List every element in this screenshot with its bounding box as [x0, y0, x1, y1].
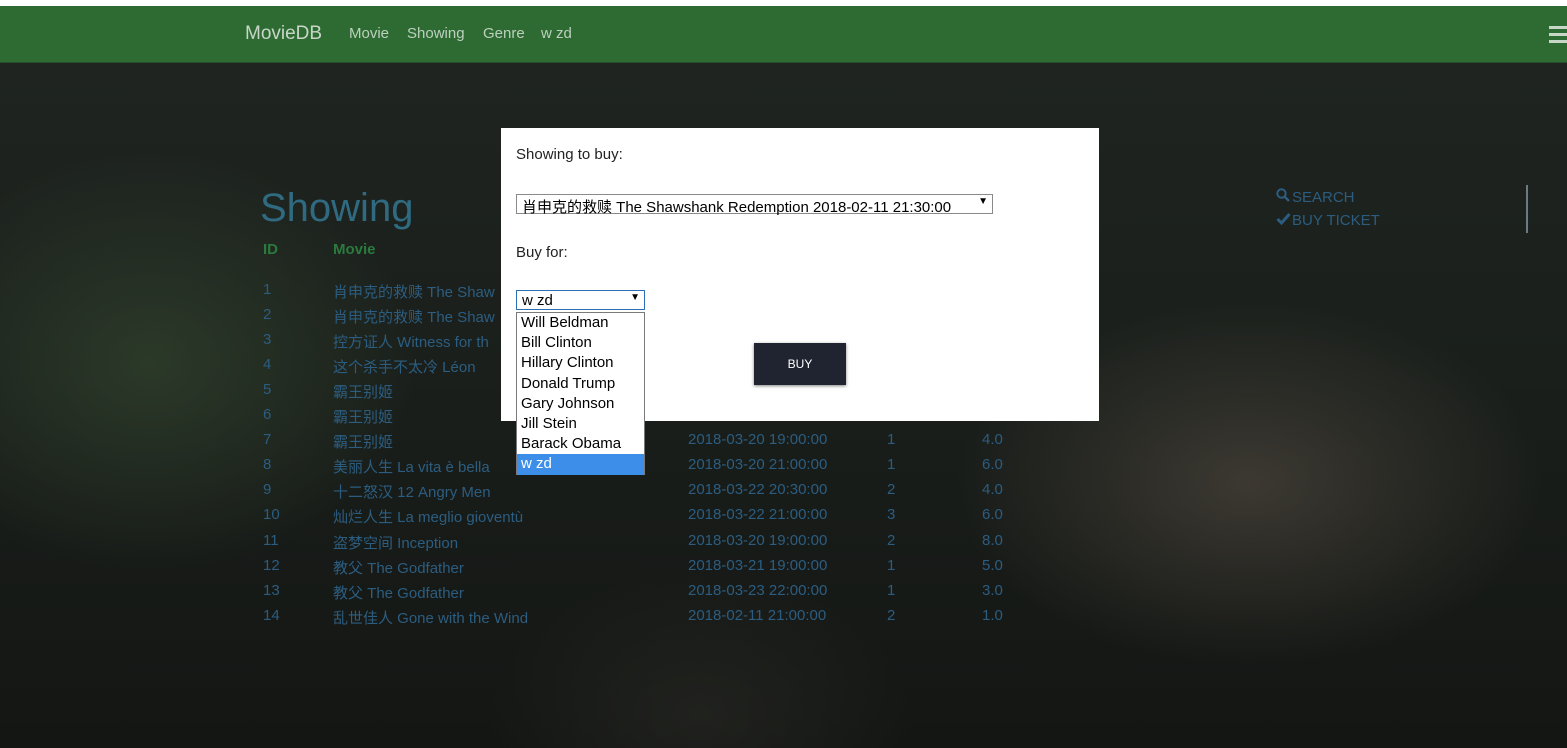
cell-movie[interactable]: 教父 The Godfather: [333, 557, 464, 578]
check-icon: [1276, 212, 1292, 229]
table-row[interactable]: 14 乱世佳人 Gone with the Wind 2018-02-11 21:0…: [0, 607, 1100, 632]
option-item[interactable]: w zd: [517, 454, 644, 475]
option-item[interactable]: Jill Stein: [517, 414, 644, 434]
cell-price: 6.0: [982, 506, 1003, 524]
search-icon: [1276, 188, 1292, 206]
cell-price: 1.0: [982, 606, 1003, 624]
cell-hall: 1: [887, 456, 896, 474]
table-row[interactable]: 10 灿烂人生 La meglio gioventù 2018-03-22 21:0…: [0, 506, 1100, 531]
table-row[interactable]: 11 盗梦空间 Inception 2018-03-20 19:00:00 2 8.0: [0, 532, 1100, 557]
cell-movie[interactable]: 十二怒汉 12 Angry Men: [333, 481, 491, 502]
cell-price: 8.0: [982, 531, 1003, 549]
cell-time: 2018-03-20 19:00:00: [688, 431, 828, 449]
cell-hall: 1: [887, 431, 896, 449]
cell-id: 6: [263, 406, 272, 424]
cell-movie[interactable]: 肖申克的救赎 The Shaw: [333, 306, 495, 327]
cell-hall: 2: [887, 481, 896, 499]
cell-id: 5: [263, 381, 272, 399]
cell-movie[interactable]: 霸王别姬: [333, 381, 393, 402]
search-label: SEARCH: [1292, 189, 1355, 206]
cell-id: 4: [263, 356, 272, 374]
cell-id: 7: [263, 431, 272, 449]
cell-price: 3.0: [982, 581, 1003, 599]
cell-price: 6.0: [982, 456, 1003, 474]
buy-for-select-value: w zd: [522, 292, 553, 309]
cell-movie[interactable]: 霸王别姬: [333, 431, 393, 452]
cell-time: 2018-02-11 21:00:00: [688, 606, 827, 624]
sidebar-divider: [1526, 185, 1528, 233]
cell-movie[interactable]: 肖申克的救赎 The Shaw: [333, 281, 495, 302]
cell-price: 4.0: [982, 481, 1003, 499]
cell-price: 4.0: [982, 431, 1003, 449]
cell-id: 11: [263, 531, 279, 549]
nav-link-user[interactable]: w zd: [541, 25, 572, 42]
showing-select-value: 肖申克的救赎 The Shawshank Redemption 2018-02-…: [522, 199, 952, 216]
cell-time: 2018-03-20 19:00:00: [688, 531, 828, 549]
column-header-id: ID: [263, 241, 278, 258]
table-row[interactable]: 12 教父 The Godfather 2018-03-21 19:00:00 1 5.…: [0, 557, 1100, 582]
cell-movie[interactable]: 灿烂人生 La meglio gioventù: [333, 506, 523, 527]
buy-ticket-link[interactable]: BUY TICKET: [1276, 212, 1380, 229]
nav-link-movie[interactable]: Movie: [349, 25, 389, 42]
column-header-movie: Movie: [333, 241, 376, 258]
cell-time: 2018-03-20 21:00:00: [688, 456, 828, 474]
option-item[interactable]: Will Beldman: [517, 313, 644, 333]
cell-id: 8: [263, 456, 272, 474]
table-row[interactable]: 13 教父 The Godfather 2018-03-23 22:00:00 1 3.…: [0, 582, 1100, 607]
cell-movie[interactable]: 美丽人生 La vita è bella: [333, 456, 490, 477]
table-row[interactable]: 9 十二怒汉 12 Angry Men 2018-03-22 20:30:00 2 4.…: [0, 481, 1100, 506]
cell-price: 5.0: [982, 556, 1003, 574]
option-item[interactable]: Gary Johnson: [517, 394, 644, 414]
dropdown-arrow-icon: ▼: [630, 292, 640, 303]
nav-link-genre[interactable]: Genre: [483, 25, 525, 42]
cell-id: 9: [263, 481, 272, 499]
buy-for-label: Buy for:: [516, 244, 568, 261]
showing-to-buy-label: Showing to buy:: [516, 146, 623, 163]
cell-id: 2: [263, 306, 272, 324]
option-item[interactable]: Bill Clinton: [517, 333, 644, 353]
cell-id: 12: [263, 556, 280, 574]
showing-select[interactable]: 肖申克的救赎 The Shawshank Redemption 2018-02-…: [516, 194, 993, 216]
option-item[interactable]: Barack Obama: [517, 434, 644, 454]
cell-hall: 3: [887, 506, 896, 524]
cell-time: 2018-03-22 20:30:00: [688, 481, 828, 499]
cell-movie[interactable]: 霸王别姬: [333, 406, 393, 427]
cell-movie[interactable]: 教父 The Godfather: [333, 582, 464, 603]
dropdown-arrow-icon: ▼: [978, 196, 988, 207]
cell-id: 10: [263, 506, 280, 524]
navbar: MovieDB Movie Showing Genre w zd: [0, 6, 1567, 63]
buy-ticket-label: BUY TICKET: [1292, 212, 1380, 229]
cell-movie[interactable]: 乱世佳人 Gone with the Wind: [333, 607, 528, 628]
cell-hall: 2: [887, 606, 896, 624]
cell-id: 3: [263, 331, 272, 349]
buy-for-select[interactable]: w zd ▼: [516, 290, 645, 310]
option-item[interactable]: Donald Trump: [517, 374, 644, 394]
search-link[interactable]: SEARCH: [1276, 188, 1355, 206]
cell-hall: 1: [887, 556, 896, 574]
buy-button[interactable]: BUY: [754, 343, 846, 385]
cell-id: 13: [263, 581, 280, 599]
cell-id: 1: [263, 281, 272, 298]
cell-id: 14: [263, 606, 280, 624]
brand-logo[interactable]: MovieDB: [245, 23, 322, 45]
hamburger-menu-icon[interactable]: [1549, 26, 1567, 44]
nav-link-showing[interactable]: Showing: [407, 25, 465, 42]
page-title: Showing: [260, 186, 414, 230]
cell-movie[interactable]: 这个杀手不太冷 Léon: [333, 356, 476, 377]
option-item[interactable]: Hillary Clinton: [517, 353, 644, 373]
cell-hall: 2: [887, 531, 896, 549]
cell-hall: 1: [887, 581, 896, 599]
cell-time: 2018-03-22 21:00:00: [688, 506, 828, 524]
cell-time: 2018-03-23 22:00:00: [688, 581, 828, 599]
buy-for-options-list: Will Beldman Bill Clinton Hillary Clinton D…: [516, 312, 645, 475]
cell-movie[interactable]: 控方证人 Witness for th: [333, 331, 489, 352]
cell-time: 2018-03-21 19:00:00: [688, 556, 828, 574]
cell-movie[interactable]: 盗梦空间 Inception: [333, 532, 458, 553]
